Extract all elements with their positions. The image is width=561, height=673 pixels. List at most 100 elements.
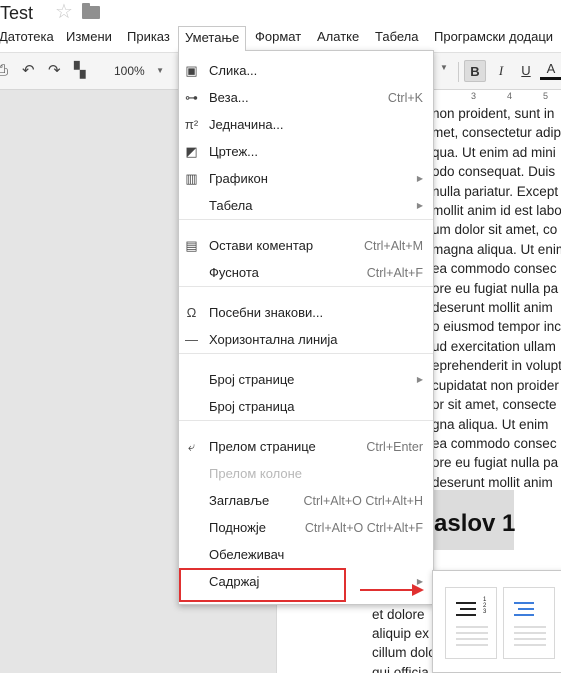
menu-item-label: Остави коментар — [209, 238, 314, 253]
text-line: eprehenderit in volupt — [432, 358, 561, 374]
menu-separator — [179, 420, 433, 421]
text-line: ea commodo consec — [432, 261, 557, 277]
chevron-down-icon: ▼ — [156, 66, 164, 75]
insert-menu-item[interactable]: — Хоризонтална линија — [179, 327, 433, 353]
menu-item-shortcut: Ctrl+Alt+M — [363, 239, 423, 253]
toc-with-page-numbers-option[interactable]: 123 — [445, 587, 497, 659]
text-line: qua. Ut enim ad mini — [432, 144, 556, 160]
insert-menu-item[interactable]: Фуснота Ctrl+Alt+F — [179, 260, 433, 286]
paint-format-icon[interactable]: ▚ — [74, 61, 86, 81]
arrow-head-icon — [412, 584, 424, 596]
insert-menu-item[interactable]: ⤶ Прелом странице Ctrl+Enter — [179, 434, 433, 460]
chevron-right-icon: ▶ — [416, 174, 423, 183]
insert-menu-item[interactable]: Обележивач — [179, 542, 433, 568]
insert-menu-item[interactable]: ▣ Слика... — [179, 58, 433, 84]
menu-edit[interactable]: Измени — [60, 26, 118, 50]
insert-menu-item[interactable]: Број страница — [179, 394, 433, 420]
insert-menu-item[interactable]: ▥ Графикон ▶ — [179, 166, 433, 192]
menu-item-label: Табела — [209, 198, 253, 213]
chart-icon: ▥ — [185, 171, 198, 186]
insert-menu-item[interactable]: Подножје Ctrl+Alt+O Ctrl+Alt+F — [179, 515, 433, 541]
menu-item-shortcut: Ctrl+Enter — [366, 440, 423, 454]
highlight-annotation — [179, 568, 346, 602]
text-line: deserunt mollit anim — [432, 300, 553, 316]
arrow-annotation — [360, 589, 418, 591]
comment-icon: ▤ — [185, 238, 198, 253]
menu-item-label: Посебни знакови... — [209, 305, 324, 320]
text-line: um dolor sit amet, co — [432, 222, 558, 238]
insert-menu-item[interactable]: Заглавље Ctrl+Alt+O Ctrl+Alt+H — [179, 488, 433, 514]
page-numbers-icon: 123 — [483, 597, 487, 615]
insert-menu: ▣ Слика... ⊶ Веза... Ctrl+K π² Једначина... ◩ Цр… — [178, 50, 434, 605]
chevron-right-icon: ▶ — [416, 201, 423, 210]
omega-icon: Ω — [186, 305, 197, 320]
bold-button[interactable]: B — [464, 60, 486, 82]
chevron-right-icon: ▶ — [416, 375, 423, 384]
menu-separator — [179, 286, 433, 287]
toolbar-divider — [458, 62, 459, 82]
menu-file[interactable]: Датотека — [0, 26, 60, 50]
insert-menu-item[interactable]: Број странице ▶ — [179, 367, 433, 393]
menu-item-label: Фуснота — [209, 265, 259, 280]
menu-item-label: Број странице — [209, 372, 295, 387]
text-line: magna aliqua. Ut enim — [432, 241, 561, 257]
document-body-text[interactable]: non proident, sunt in met, consectetur ad… — [432, 104, 561, 492]
menu-format[interactable]: Формат — [249, 26, 307, 50]
equation-icon: π² — [184, 117, 199, 132]
horizontal-line-icon: — — [185, 332, 198, 347]
page-break-icon: ⤶ — [187, 439, 196, 454]
folder-icon[interactable] — [82, 3, 100, 19]
zoom-select[interactable]: 100% ▼ — [106, 60, 168, 82]
text-color-button[interactable]: A — [540, 60, 561, 80]
menu-item-label: Прелом колоне — [209, 466, 303, 481]
menu-table[interactable]: Табела — [369, 26, 425, 50]
insert-menu-item[interactable]: π² Једначина... — [179, 112, 433, 138]
insert-menu-item[interactable]: Табела ▶ — [179, 193, 433, 219]
underline-button[interactable]: U — [515, 60, 537, 82]
italic-button[interactable]: I — [490, 60, 512, 82]
text-line: o eiusmod tempor inc — [432, 319, 561, 335]
document-heading[interactable]: aslov 1 — [434, 510, 515, 538]
menu-item-shortcut: Ctrl+Alt+O Ctrl+Alt+F — [304, 521, 423, 535]
insert-menu-item[interactable]: Ω Посебни знакови... — [179, 300, 433, 326]
menu-item-label: Прелом странице — [209, 439, 316, 454]
menu-item-label: Заглавље — [209, 493, 270, 508]
menu-bar: Датотека Измени Приказ Уметање Формат Ал… — [0, 26, 561, 51]
menu-item-shortcut: Ctrl+Alt+O Ctrl+Alt+H — [303, 494, 423, 508]
menu-item-label: Веза... — [209, 90, 249, 105]
ruler-mark: 4 — [507, 91, 513, 101]
chevron-down-icon[interactable]: ▼ — [440, 63, 448, 72]
menu-item-label: Графикон — [209, 171, 268, 186]
undo-icon[interactable]: ↶ — [22, 61, 35, 81]
text-line: odo consequat. Duis — [432, 164, 556, 180]
text-line: ea commodo consec — [432, 435, 557, 451]
text-line: gna aliqua. Ut enim — [432, 416, 549, 432]
image-icon: ▣ — [185, 63, 198, 78]
menu-separator — [179, 219, 433, 220]
title-bar: Test ☆ — [0, 0, 561, 26]
drawing-icon: ◩ — [185, 144, 198, 159]
text-line: ud exercitation ullam — [432, 338, 556, 354]
menu-tools[interactable]: Алатке — [311, 26, 365, 50]
menu-insert[interactable]: Уметање — [178, 26, 247, 51]
menu-addons[interactable]: Програмски додаци — [428, 26, 559, 50]
insert-menu-item[interactable]: ⊶ Веза... Ctrl+K — [179, 85, 433, 111]
text-line: or sit amet, consecte — [432, 397, 557, 413]
ruler-mark: 3 — [471, 91, 477, 101]
print-icon[interactable]: ⎙ — [0, 61, 8, 81]
star-icon[interactable]: ☆ — [55, 0, 73, 24]
text-line: ore eu fugiat nulla pa — [432, 280, 559, 296]
menu-item-label: Цртеж... — [209, 144, 258, 159]
text-line: met, consectetur adip — [432, 125, 561, 141]
zoom-value: 100% — [114, 64, 145, 78]
redo-icon[interactable]: ↷ — [48, 61, 61, 81]
menu-item-label: Број страница — [209, 399, 295, 414]
text-line: non proident, sunt in — [432, 106, 555, 121]
menu-view[interactable]: Приказ — [121, 26, 176, 50]
menu-item-shortcut: Ctrl+K — [387, 91, 423, 105]
toc-with-links-option[interactable] — [503, 587, 555, 659]
insert-menu-item[interactable]: ▤ Остави коментар Ctrl+Alt+M — [179, 233, 433, 259]
toc-submenu: 123 — [432, 570, 561, 673]
insert-menu-item[interactable]: ◩ Цртеж... — [179, 139, 433, 165]
document-title[interactable]: Test — [0, 0, 33, 26]
